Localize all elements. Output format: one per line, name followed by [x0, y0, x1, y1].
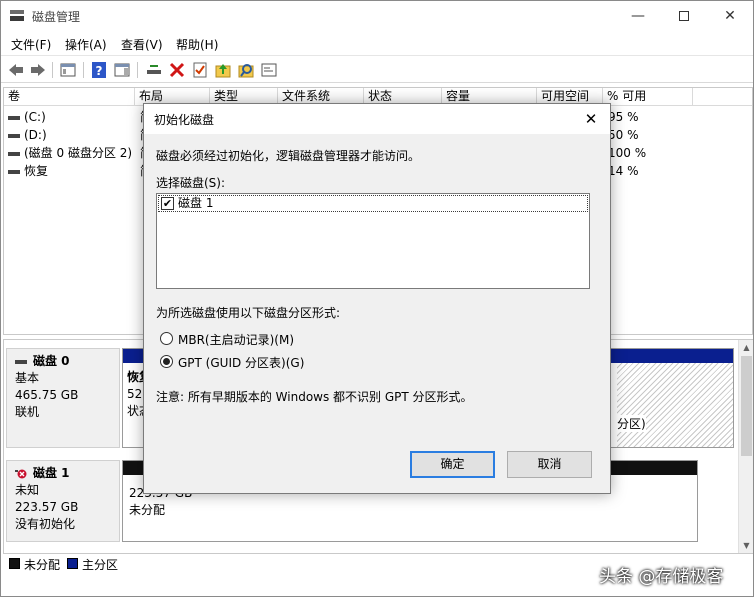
console-icon[interactable]	[260, 61, 278, 79]
volume-icon	[8, 133, 20, 138]
maximize-button[interactable]	[661, 1, 707, 32]
window-title: 磁盘管理	[32, 10, 81, 24]
disk-checkbox[interactable]: ✔	[161, 197, 174, 210]
title-bar: 磁盘管理 — ✕	[1, 1, 753, 32]
check-icon: ✔	[162, 197, 173, 210]
gpt-option-label[interactable]: GPT (GUID 分区表)(G)	[178, 354, 304, 371]
delete-icon[interactable]	[168, 61, 186, 79]
menu-help[interactable]: 帮助(H)	[176, 36, 218, 53]
disk-1-label[interactable]: 磁盘 1 未知 223.57 GB 没有初始化	[6, 460, 120, 542]
menu-file[interactable]: 文件(F)	[11, 36, 51, 53]
disk-kind: 未知	[15, 483, 40, 497]
menu-view[interactable]: 查看(V)	[121, 36, 163, 53]
disk-map-scrollbar[interactable]: ▲ ▼	[738, 340, 753, 553]
volume-name: (C:)	[24, 110, 46, 124]
partition-style-label: 为所选磁盘使用以下磁盘分区形式:	[156, 306, 341, 320]
gpt-note: 注意: 所有早期版本的 Windows 都不识别 GPT 分区形式。	[156, 390, 473, 404]
disk-size: 223.57 GB	[15, 500, 79, 514]
dialog-message: 磁盘必须经过初始化，逻辑磁盘管理器才能访问。	[156, 149, 421, 163]
minimize-button[interactable]: —	[615, 1, 661, 32]
volume-icon	[8, 115, 20, 120]
scroll-up-icon[interactable]: ▲	[739, 340, 754, 355]
watermark: 头条 @存储极客	[599, 567, 724, 587]
maximize-icon	[679, 11, 689, 21]
up-folder-icon[interactable]	[214, 61, 232, 79]
hatched-partition[interactable]: 分区)	[617, 363, 733, 447]
toolbar-separator	[52, 62, 53, 78]
volume-name: 恢复	[24, 164, 49, 178]
disk-management-icon	[9, 9, 25, 23]
toolbar-separator	[83, 62, 84, 78]
disk-status: 没有初始化	[15, 517, 76, 531]
mbr-radio[interactable]	[160, 332, 173, 345]
unallocated-label: 未分配	[129, 503, 166, 517]
legend-unallocated-label: 未分配	[24, 558, 61, 572]
disk-select-list[interactable]: ✔ 磁盘 1	[156, 193, 590, 289]
volume-name: (D:)	[24, 128, 47, 142]
legend-primary-swatch	[67, 558, 78, 569]
volume-percent-free: 14 %	[608, 164, 639, 178]
back-arrow-icon[interactable]	[7, 61, 25, 79]
dialog-title: 初始化磁盘	[154, 113, 215, 127]
disk-icon	[15, 359, 27, 364]
legend-unallocated-swatch	[9, 558, 20, 569]
disk-name: 磁盘 1	[33, 466, 70, 480]
connect-drive-icon[interactable]	[145, 61, 163, 79]
scroll-down-icon[interactable]: ▼	[739, 538, 754, 553]
column-volume[interactable]: 卷	[4, 88, 135, 106]
disk-item-label: 磁盘 1	[178, 196, 214, 210]
volume-name: (磁盘 0 磁盘分区 2)	[24, 146, 133, 160]
cancel-button[interactable]: 取消	[507, 451, 592, 478]
dialog-title-bar: 初始化磁盘 ✕	[144, 104, 610, 134]
svg-text:?: ?	[96, 64, 103, 78]
menu-bar: 文件(F) 操作(A) 查看(V) 帮助(H)	[1, 32, 753, 54]
initialize-disk-dialog: 初始化磁盘 ✕ 磁盘必须经过初始化，逻辑磁盘管理器才能访问。 选择磁盘(S): …	[143, 103, 611, 494]
volume-icon	[8, 169, 20, 174]
disk-kind: 基本	[15, 371, 40, 385]
column-percent-free[interactable]: % 可用	[603, 88, 693, 106]
disk-name: 磁盘 0	[33, 354, 70, 368]
legend-primary-label: 主分区	[82, 558, 119, 572]
menu-action[interactable]: 操作(A)	[65, 36, 107, 53]
dialog-close-button[interactable]: ✕	[580, 108, 602, 130]
disk-status: 联机	[15, 405, 40, 419]
radio-selected-dot	[163, 358, 170, 365]
disk-error-icon	[15, 469, 27, 478]
volume-percent-free: 50 %	[608, 128, 639, 142]
disk-0-label[interactable]: 磁盘 0 基本 465.75 GB 联机	[6, 348, 120, 448]
scroll-thumb[interactable]	[741, 356, 752, 456]
checklist-icon[interactable]	[191, 61, 209, 79]
console-tree-icon[interactable]	[59, 61, 77, 79]
disk-size: 465.75 GB	[15, 388, 79, 402]
ok-button[interactable]: 确定	[410, 451, 495, 478]
toolbar: ?	[1, 55, 753, 83]
volume-icon	[8, 151, 20, 156]
forward-arrow-icon[interactable]	[29, 61, 47, 79]
gpt-radio[interactable]	[160, 355, 173, 368]
properties-pane-icon[interactable]	[113, 61, 131, 79]
select-disk-label: 选择磁盘(S):	[156, 176, 226, 190]
list-item[interactable]: ✔ 磁盘 1	[158, 195, 588, 212]
toolbar-separator	[137, 62, 138, 78]
mbr-option-label[interactable]: MBR(主启动记录)(M)	[178, 331, 294, 348]
partition-label: 分区)	[617, 415, 646, 432]
close-window-button[interactable]: ✕	[707, 1, 753, 32]
volume-percent-free: 100 %	[608, 146, 647, 160]
volume-percent-free: 95 %	[608, 110, 639, 124]
help-icon[interactable]: ?	[90, 61, 108, 79]
search-folder-icon[interactable]	[237, 61, 255, 79]
